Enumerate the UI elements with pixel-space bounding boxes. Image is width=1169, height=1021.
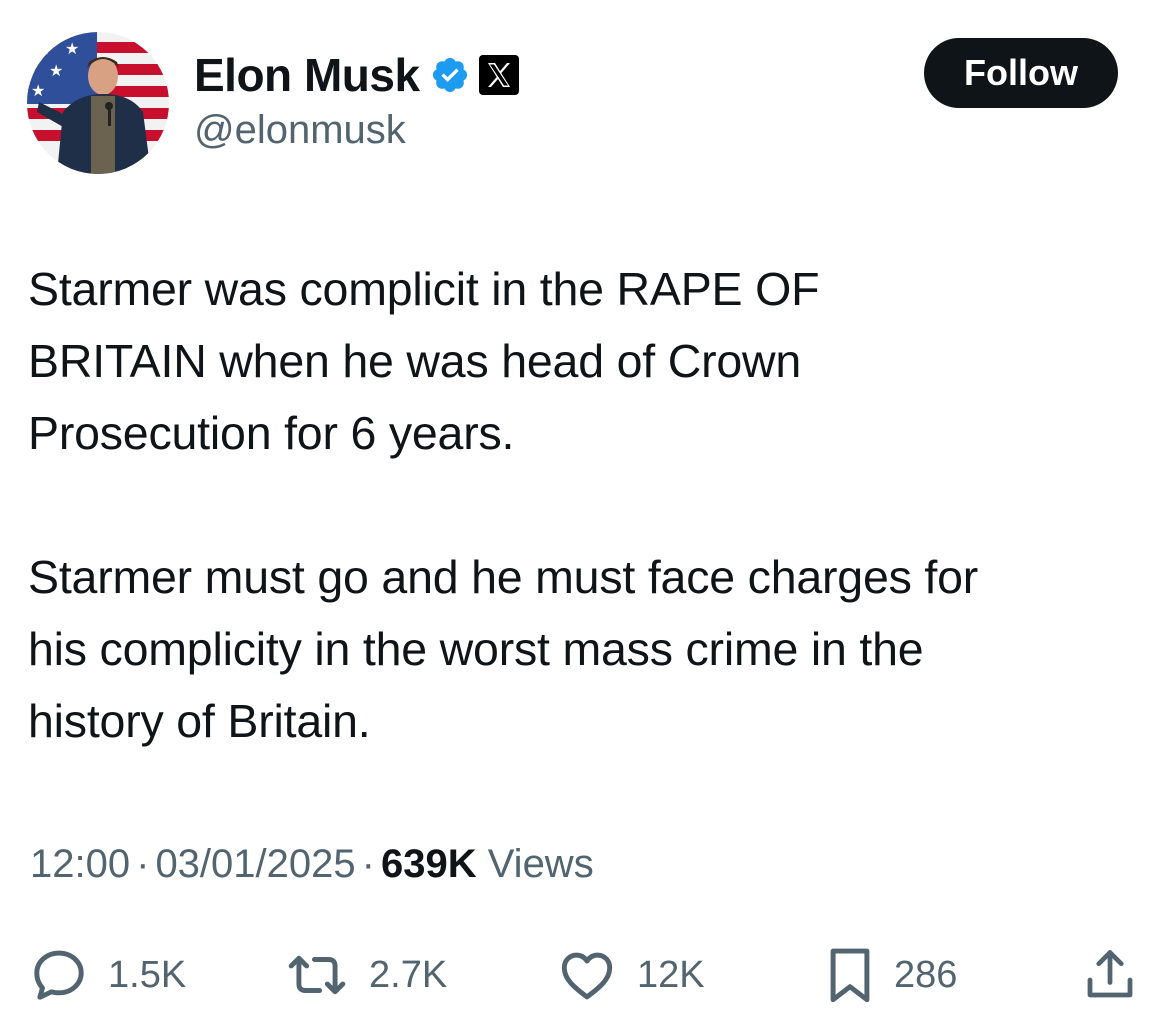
- repost-icon: [283, 944, 351, 1006]
- follow-button[interactable]: Follow: [924, 38, 1118, 108]
- share-button[interactable]: [1080, 940, 1140, 1010]
- meta-separator: ·: [361, 842, 375, 886]
- x-logo-icon[interactable]: [478, 54, 520, 96]
- avatar[interactable]: ★ ★ ★ ★: [27, 32, 169, 174]
- reply-icon: [28, 944, 90, 1006]
- reply-count: 1.5K: [108, 953, 187, 996]
- tweet-time[interactable]: 12:00: [30, 842, 130, 886]
- views-label: Views: [487, 842, 594, 886]
- bookmark-icon: [824, 943, 876, 1007]
- meta-separator: ·: [136, 842, 150, 886]
- bookmark-count: 286: [894, 953, 958, 996]
- tweet-date[interactable]: 03/01/2025: [155, 842, 355, 886]
- repost-count: 2.7K: [369, 953, 448, 996]
- author-handle[interactable]: @elonmusk: [194, 108, 406, 153]
- svg-text:★: ★: [37, 39, 51, 58]
- like-count: 12K: [637, 953, 705, 996]
- author-display-name[interactable]: Elon Musk: [194, 48, 420, 102]
- author-name-row: Elon Musk: [194, 44, 520, 106]
- svg-text:★: ★: [49, 61, 63, 80]
- tweet-meta: 12:00 · 03/01/2025 · 639K Views: [30, 842, 594, 887]
- verified-badge-icon[interactable]: [430, 55, 470, 95]
- tweet-text: Starmer was complicit in the RAPE OF BRI…: [28, 263, 979, 747]
- repost-button[interactable]: 2.7K: [283, 940, 447, 1010]
- svg-text:★: ★: [31, 81, 45, 100]
- bookmark-button[interactable]: 286: [824, 940, 957, 1010]
- like-button[interactable]: 12K: [555, 940, 705, 1010]
- heart-icon: [555, 944, 619, 1006]
- svg-text:★: ★: [65, 39, 79, 58]
- reply-button[interactable]: 1.5K: [28, 940, 186, 1010]
- share-icon: [1080, 944, 1140, 1006]
- tweet-actions: 1.5K 2.7K 12K 286: [0, 940, 1169, 1010]
- views-count: 639K: [380, 842, 477, 886]
